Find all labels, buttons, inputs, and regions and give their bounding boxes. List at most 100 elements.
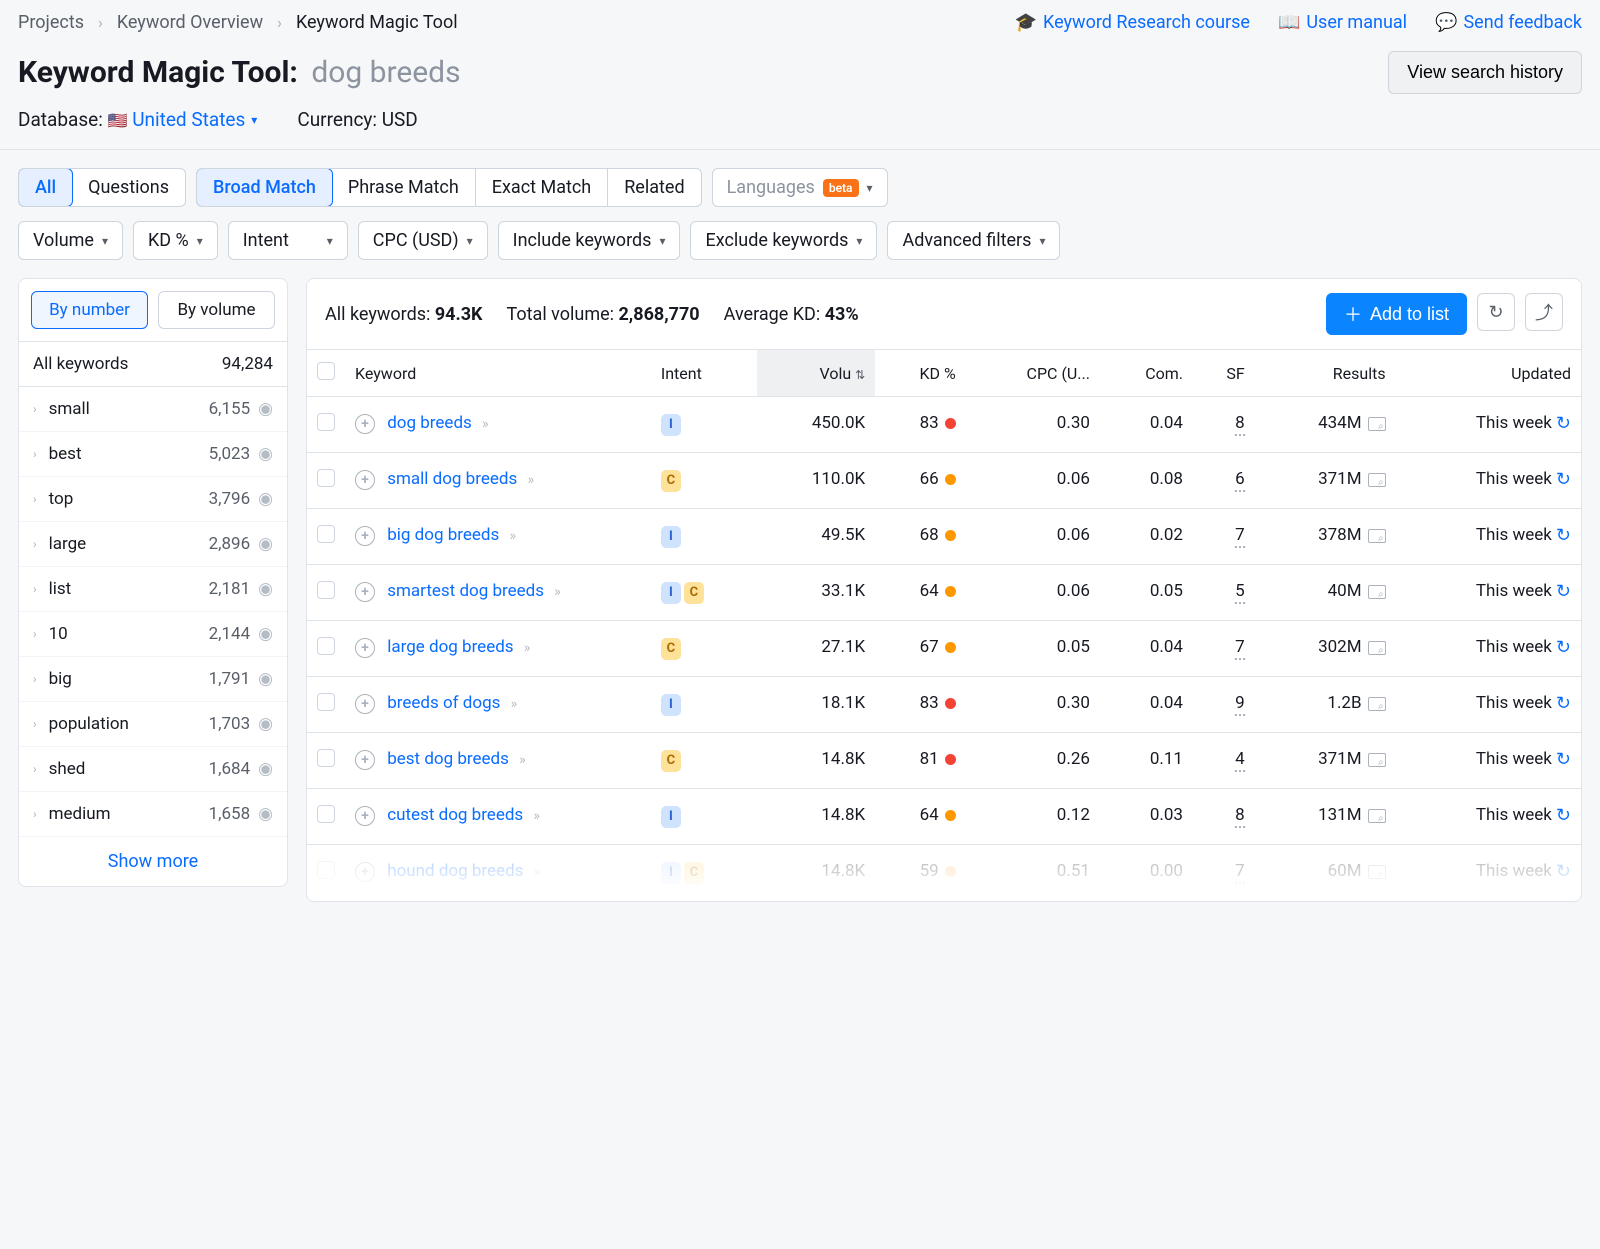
- keyword-link[interactable]: small dog breeds: [387, 469, 517, 489]
- cell-sf[interactable]: 5: [1235, 581, 1245, 604]
- eye-icon[interactable]: ◉: [258, 624, 273, 644]
- tab-exact-match[interactable]: Exact Match: [476, 169, 608, 206]
- eye-icon[interactable]: ◉: [258, 579, 273, 599]
- row-checkbox[interactable]: [317, 581, 335, 599]
- sidebar-item[interactable]: › best 5,023 ◉: [19, 432, 287, 477]
- export-button[interactable]: ⤴: [1525, 293, 1563, 331]
- col-intent[interactable]: Intent: [651, 350, 757, 397]
- languages-dropdown[interactable]: Languages beta ▾: [712, 168, 888, 207]
- eye-icon[interactable]: ◉: [258, 804, 273, 824]
- keyword-link[interactable]: smartest dog breeds: [387, 581, 544, 601]
- serp-icon[interactable]: [1368, 473, 1386, 487]
- sidebar-item[interactable]: › medium 1,658 ◉: [19, 792, 287, 837]
- col-cpc[interactable]: CPC (U...: [966, 350, 1100, 397]
- intent-filter[interactable]: Intent▾: [228, 221, 348, 260]
- add-keyword-icon[interactable]: +: [355, 638, 375, 658]
- cell-sf[interactable]: 7: [1235, 637, 1245, 660]
- serp-icon[interactable]: [1368, 529, 1386, 543]
- keyword-link[interactable]: hound dog breeds: [387, 861, 523, 881]
- refresh-row-icon[interactable]: ↻: [1556, 749, 1571, 770]
- eye-icon[interactable]: ◉: [258, 444, 273, 464]
- keyword-link[interactable]: large dog breeds: [387, 637, 513, 657]
- tab-questions[interactable]: Questions: [72, 169, 185, 206]
- serp-icon[interactable]: [1368, 865, 1386, 879]
- col-sf[interactable]: SF: [1193, 350, 1255, 397]
- add-keyword-icon[interactable]: +: [355, 694, 375, 714]
- database-selector[interactable]: Database: 🇺🇸 United States ▾: [18, 108, 257, 131]
- keyword-link[interactable]: cutest dog breeds: [387, 805, 523, 825]
- sidebar-item[interactable]: › big 1,791 ◉: [19, 657, 287, 702]
- cell-sf[interactable]: 7: [1235, 525, 1245, 548]
- exclude-keywords-filter[interactable]: Exclude keywords▾: [690, 221, 877, 260]
- refresh-row-icon[interactable]: ↻: [1556, 469, 1571, 490]
- eye-icon[interactable]: ◉: [258, 669, 273, 689]
- add-keyword-icon[interactable]: +: [355, 582, 375, 602]
- add-keyword-icon[interactable]: +: [355, 750, 375, 770]
- keyword-link[interactable]: dog breeds: [387, 413, 472, 433]
- row-checkbox[interactable]: [317, 749, 335, 767]
- row-checkbox[interactable]: [317, 469, 335, 487]
- cell-sf[interactable]: 8: [1235, 805, 1245, 828]
- sidebar-item[interactable]: › list 2,181 ◉: [19, 567, 287, 612]
- row-checkbox[interactable]: [317, 413, 335, 431]
- send-feedback-link[interactable]: 💬Send feedback: [1435, 12, 1582, 33]
- keyword-link[interactable]: big dog breeds: [387, 525, 499, 545]
- chevrons-icon[interactable]: »: [509, 528, 513, 544]
- refresh-row-icon[interactable]: ↻: [1556, 805, 1571, 826]
- col-com[interactable]: Com.: [1100, 350, 1193, 397]
- keyword-link[interactable]: breeds of dogs: [387, 693, 500, 713]
- add-to-list-button[interactable]: ＋Add to list: [1326, 293, 1467, 335]
- serp-icon[interactable]: [1368, 697, 1386, 711]
- select-all-checkbox[interactable]: [317, 362, 335, 380]
- chevrons-icon[interactable]: »: [527, 472, 531, 488]
- refresh-row-icon[interactable]: ↻: [1556, 637, 1571, 658]
- serp-icon[interactable]: [1368, 641, 1386, 655]
- row-checkbox[interactable]: [317, 525, 335, 543]
- tab-by-volume[interactable]: By volume: [158, 291, 275, 329]
- tab-broad-match[interactable]: Broad Match: [196, 168, 333, 207]
- serp-icon[interactable]: [1368, 417, 1386, 431]
- chevrons-icon[interactable]: »: [482, 416, 486, 432]
- sidebar-all-keywords[interactable]: All keywords 94,284: [19, 341, 287, 387]
- col-kd[interactable]: KD %: [875, 350, 966, 397]
- cell-sf[interactable]: 8: [1235, 413, 1245, 436]
- chevrons-icon[interactable]: »: [524, 640, 528, 656]
- cpc-filter[interactable]: CPC (USD)▾: [358, 221, 488, 260]
- sidebar-item[interactable]: › shed 1,684 ◉: [19, 747, 287, 792]
- serp-icon[interactable]: [1368, 753, 1386, 767]
- chevrons-icon[interactable]: »: [534, 864, 538, 880]
- kd-filter[interactable]: KD %▾: [133, 221, 218, 260]
- eye-icon[interactable]: ◉: [258, 399, 273, 419]
- add-keyword-icon[interactable]: +: [355, 806, 375, 826]
- sidebar-item[interactable]: › small 6,155 ◉: [19, 387, 287, 432]
- cell-sf[interactable]: 9: [1235, 693, 1245, 716]
- row-checkbox[interactable]: [317, 805, 335, 823]
- sidebar-item[interactable]: › large 2,896 ◉: [19, 522, 287, 567]
- refresh-row-icon[interactable]: ↻: [1556, 861, 1571, 882]
- row-checkbox[interactable]: [317, 861, 335, 879]
- user-manual-link[interactable]: 📖User manual: [1278, 12, 1407, 33]
- sidebar-item[interactable]: › top 3,796 ◉: [19, 477, 287, 522]
- sidebar-item[interactable]: › 10 2,144 ◉: [19, 612, 287, 657]
- view-search-history-button[interactable]: View search history: [1388, 51, 1582, 94]
- tab-phrase-match[interactable]: Phrase Match: [332, 169, 476, 206]
- serp-icon[interactable]: [1368, 809, 1386, 823]
- row-checkbox[interactable]: [317, 693, 335, 711]
- chevrons-icon[interactable]: »: [519, 752, 523, 768]
- chevrons-icon[interactable]: »: [511, 696, 515, 712]
- add-keyword-icon[interactable]: +: [355, 414, 375, 434]
- breadcrumb-projects[interactable]: Projects: [18, 12, 84, 33]
- col-volume[interactable]: Volu ⇅: [757, 350, 875, 397]
- chevrons-icon[interactable]: »: [533, 808, 537, 824]
- cell-sf[interactable]: 4: [1235, 749, 1245, 772]
- breadcrumb-keyword-overview[interactable]: Keyword Overview: [117, 12, 263, 33]
- eye-icon[interactable]: ◉: [258, 534, 273, 554]
- col-results[interactable]: Results: [1255, 350, 1396, 397]
- refresh-row-icon[interactable]: ↻: [1556, 525, 1571, 546]
- refresh-row-icon[interactable]: ↻: [1556, 581, 1571, 602]
- cell-sf[interactable]: 7: [1235, 861, 1245, 884]
- refresh-button[interactable]: ↻: [1477, 293, 1515, 331]
- row-checkbox[interactable]: [317, 637, 335, 655]
- keyword-link[interactable]: best dog breeds: [387, 749, 509, 769]
- chevrons-icon[interactable]: »: [554, 584, 558, 600]
